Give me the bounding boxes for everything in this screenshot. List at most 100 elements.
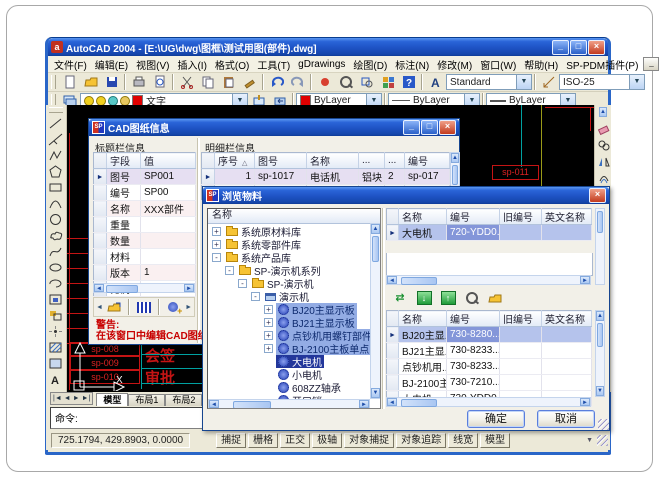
snap-toggle[interactable]: 捕捉 bbox=[216, 433, 246, 448]
minimize-button[interactable]: _ bbox=[552, 40, 569, 55]
table-row[interactable]: 材料 bbox=[94, 249, 196, 265]
make-block-button[interactable] bbox=[46, 307, 64, 323]
tab-last-icon[interactable]: ►| bbox=[82, 395, 91, 402]
col-part-no[interactable]: 编号 bbox=[405, 153, 450, 169]
col-value[interactable]: 值 bbox=[141, 153, 196, 169]
search-button[interactable] bbox=[460, 289, 484, 307]
insert-block-button[interactable] bbox=[46, 291, 64, 307]
col-old-code[interactable]: 旧编号 bbox=[500, 311, 542, 327]
col-english-name[interactable]: 英文名称 bbox=[542, 209, 592, 225]
col-seq[interactable]: 序号△ bbox=[215, 153, 255, 169]
dialog-maximize-button[interactable]: □ bbox=[421, 120, 438, 135]
text-button[interactable]: A bbox=[46, 371, 64, 387]
point-button[interactable] bbox=[46, 323, 64, 339]
zoom-window-button[interactable] bbox=[356, 73, 377, 92]
menu-tools[interactable]: 工具(T) bbox=[253, 57, 294, 72]
menu-view[interactable]: 视图(V) bbox=[132, 57, 173, 72]
arc-button[interactable] bbox=[46, 195, 64, 211]
properties-button[interactable] bbox=[377, 73, 398, 92]
copy-button[interactable] bbox=[197, 73, 218, 92]
expand-icon[interactable]: + bbox=[264, 305, 273, 314]
ortho-toggle[interactable]: 正交 bbox=[280, 433, 310, 448]
collapse-icon[interactable]: - bbox=[251, 292, 260, 301]
panel-splitter[interactable] bbox=[197, 138, 200, 343]
scroll-down-icon[interactable]: ▼ bbox=[596, 386, 604, 396]
col-drawing-no[interactable]: 图号 bbox=[255, 153, 307, 169]
bom-table-vscrollbar[interactable]: ▲ ▼ bbox=[595, 310, 605, 397]
expand-icon[interactable]: + bbox=[212, 240, 221, 249]
save-button[interactable] bbox=[101, 73, 122, 92]
paste-button[interactable] bbox=[218, 73, 239, 92]
help-button[interactable]: ? bbox=[398, 73, 419, 92]
redo-button[interactable] bbox=[287, 73, 308, 92]
scroll-right-icon[interactable]: ► bbox=[580, 276, 590, 284]
selected-material-table[interactable]: 名称 编号 旧编号 英文名称 ► 大电机 720-YDD0... bbox=[386, 208, 592, 241]
tab-nav-arrows[interactable]: |◄ ◄ ► ►| bbox=[50, 392, 93, 405]
selected-table-hscrollbar[interactable]: ◄ ► bbox=[386, 275, 591, 285]
polygon-button[interactable] bbox=[46, 163, 64, 179]
scroll-right-icon[interactable]: ► bbox=[184, 284, 194, 292]
dialog-minimize-button[interactable]: _ bbox=[403, 120, 420, 135]
polar-toggle[interactable]: 极轴 bbox=[312, 433, 342, 448]
menu-window[interactable]: 窗口(W) bbox=[476, 57, 520, 72]
menu-file[interactable]: 文件(F) bbox=[50, 57, 91, 72]
ellipse-arc-button[interactable] bbox=[46, 275, 64, 291]
table-row[interactable]: ►图号SP001 bbox=[94, 169, 196, 185]
table-row[interactable]: BJ-2100主... 730-7210... bbox=[387, 375, 592, 391]
plot-preview-button[interactable] bbox=[149, 73, 170, 92]
close-button[interactable]: × bbox=[588, 40, 605, 55]
plot-button[interactable] bbox=[128, 73, 149, 92]
move-down-button[interactable]: ↓ bbox=[412, 289, 436, 307]
barcode-button[interactable] bbox=[132, 298, 155, 316]
tree-header[interactable]: 名称 bbox=[208, 209, 380, 224]
move-up-button[interactable]: ↑ bbox=[436, 289, 460, 307]
menu-gdrawings[interactable]: gDrawings bbox=[294, 59, 349, 70]
construction-line-button[interactable] bbox=[46, 131, 64, 147]
table-row[interactable]: ► 1 sp-1017 电话机 铝块 2 sp-017 bbox=[202, 169, 450, 185]
col-name[interactable]: 名称 bbox=[399, 311, 447, 327]
child-minimize-button[interactable]: _ bbox=[643, 57, 659, 71]
table-row[interactable]: 点钞机用... 730-8233... bbox=[387, 359, 592, 375]
resize-grip[interactable] bbox=[597, 435, 608, 446]
scroll-down-icon[interactable]: ▼ bbox=[371, 388, 380, 398]
status-menu-arrow-icon[interactable]: ▼ bbox=[586, 437, 593, 444]
table-row[interactable]: 编号SP00 bbox=[94, 185, 196, 201]
table-row[interactable]: ► BJ20主显... 730-8280... bbox=[387, 327, 592, 343]
spline-button[interactable] bbox=[46, 243, 64, 259]
menu-edit[interactable]: 编辑(E) bbox=[91, 57, 132, 72]
menu-modify[interactable]: 修改(M) bbox=[433, 57, 476, 72]
table-row[interactable]: 名称XXX部件 bbox=[94, 201, 196, 217]
bom-table[interactable]: 名称 编号 旧编号 英文名称 ► BJ20主显... 730-8280... B… bbox=[386, 310, 592, 407]
left-table-hscrollbar[interactable]: ◄ ► bbox=[93, 283, 195, 293]
menu-insert[interactable]: 插入(I) bbox=[173, 57, 210, 72]
menu-help[interactable]: 帮助(H) bbox=[520, 57, 562, 72]
selected-table-vscrollbar[interactable] bbox=[595, 208, 605, 285]
col-field[interactable]: 字段 bbox=[107, 153, 141, 169]
copy-object-button[interactable] bbox=[595, 137, 613, 153]
open-button[interactable] bbox=[80, 73, 101, 92]
pan-realtime-button[interactable] bbox=[314, 73, 335, 92]
browse-dialog-titlebar[interactable]: SP 浏览物料 × bbox=[203, 187, 609, 204]
line-button[interactable] bbox=[46, 115, 64, 131]
undo-button[interactable] bbox=[266, 73, 287, 92]
cut-button[interactable] bbox=[176, 73, 197, 92]
lineweight-toggle[interactable]: 线宽 bbox=[448, 433, 478, 448]
polyline-button[interactable] bbox=[46, 147, 64, 163]
col-name[interactable]: 名称 bbox=[307, 153, 359, 169]
maximize-button[interactable]: □ bbox=[570, 40, 587, 55]
ellipse-button[interactable] bbox=[46, 259, 64, 275]
otrack-toggle[interactable]: 对象追踪 bbox=[396, 433, 446, 448]
scroll-up-icon[interactable]: ▲ bbox=[596, 311, 604, 321]
col-ellipsis2[interactable]: ... bbox=[385, 153, 405, 169]
browse-splitter[interactable] bbox=[382, 208, 385, 409]
col-code[interactable]: 编号 bbox=[447, 311, 500, 327]
scroll-right-icon[interactable]: ► bbox=[359, 400, 369, 408]
scroll-left-icon[interactable]: ◄ bbox=[94, 284, 104, 292]
collapse-icon[interactable]: - bbox=[225, 266, 234, 275]
expand-icon[interactable]: + bbox=[264, 331, 273, 340]
expand-icon[interactable]: + bbox=[212, 227, 221, 236]
table-row[interactable]: BJ21主显... 730-8233... bbox=[387, 343, 592, 359]
text-style-combo[interactable]: Standard ▼ bbox=[446, 74, 532, 90]
exchange-button[interactable]: ⇄ bbox=[388, 289, 412, 307]
dialog-close-button[interactable]: × bbox=[439, 120, 456, 135]
